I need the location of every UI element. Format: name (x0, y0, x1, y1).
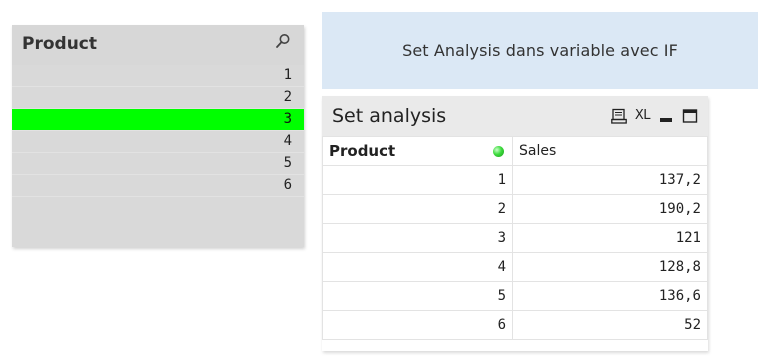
search-icon[interactable] (274, 32, 292, 50)
cell-product[interactable]: 4 (322, 252, 513, 282)
selection-indicator-icon (493, 146, 504, 157)
chart-caption[interactable]: Set analysis XL (322, 96, 708, 136)
cell-product[interactable]: 5 (322, 281, 513, 311)
table-row[interactable]: 3 121 (322, 223, 708, 253)
table-row[interactable]: 4 128,8 (322, 252, 708, 282)
printer-icon[interactable] (610, 108, 627, 124)
list-item[interactable]: 1 (12, 65, 304, 87)
cell-product[interactable]: 1 (322, 165, 513, 195)
column-header-product[interactable]: Product (322, 136, 513, 166)
product-listbox[interactable]: Product 1 2 3 4 5 6 (12, 25, 304, 247)
excel-export-icon[interactable]: XL (635, 108, 651, 124)
list-item[interactable]: 3 (12, 109, 304, 131)
minimize-icon[interactable] (658, 108, 674, 124)
cell-sales: 190,2 (512, 194, 708, 224)
table-row[interactable]: 6 52 (322, 310, 708, 340)
cell-sales: 52 (512, 310, 708, 340)
list-item[interactable]: 2 (12, 87, 304, 109)
cell-product[interactable]: 3 (322, 223, 513, 253)
caption-icons: XL (610, 108, 698, 124)
sales-table: Product Sales 1 137,2 2 190,2 3 121 4 12… (322, 136, 708, 340)
table-row[interactable]: 2 190,2 (322, 194, 708, 224)
set-analysis-table[interactable]: Set analysis XL Product Sales 1 137,2 2 … (322, 96, 708, 351)
table-row[interactable]: 1 137,2 (322, 165, 708, 195)
qlikview-sheet: Product 1 2 3 4 5 6 Set Analysis dans va… (0, 0, 758, 361)
list-item[interactable]: 4 (12, 131, 304, 153)
cell-sales: 121 (512, 223, 708, 253)
column-header-sales[interactable]: Sales (512, 136, 708, 166)
list-item[interactable]: 5 (12, 153, 304, 175)
list-item[interactable]: 6 (12, 175, 304, 197)
cell-sales: 137,2 (512, 165, 708, 195)
cell-sales: 128,8 (512, 252, 708, 282)
table-row[interactable]: 5 136,6 (322, 281, 708, 311)
cell-product[interactable]: 6 (322, 310, 513, 340)
column-header-product-label: Product (329, 142, 396, 160)
maximize-icon[interactable] (682, 108, 698, 124)
cell-sales: 136,6 (512, 281, 708, 311)
cell-product[interactable]: 2 (322, 194, 513, 224)
table-header-row: Product Sales (322, 136, 708, 166)
listbox-items: 1 2 3 4 5 6 (12, 65, 304, 197)
text-object: Set Analysis dans variable avec IF (322, 12, 758, 89)
listbox-caption[interactable]: Product (12, 25, 304, 65)
listbox-title: Product (22, 34, 97, 54)
text-object-label: Set Analysis dans variable avec IF (402, 41, 678, 60)
chart-title: Set analysis (332, 105, 447, 127)
